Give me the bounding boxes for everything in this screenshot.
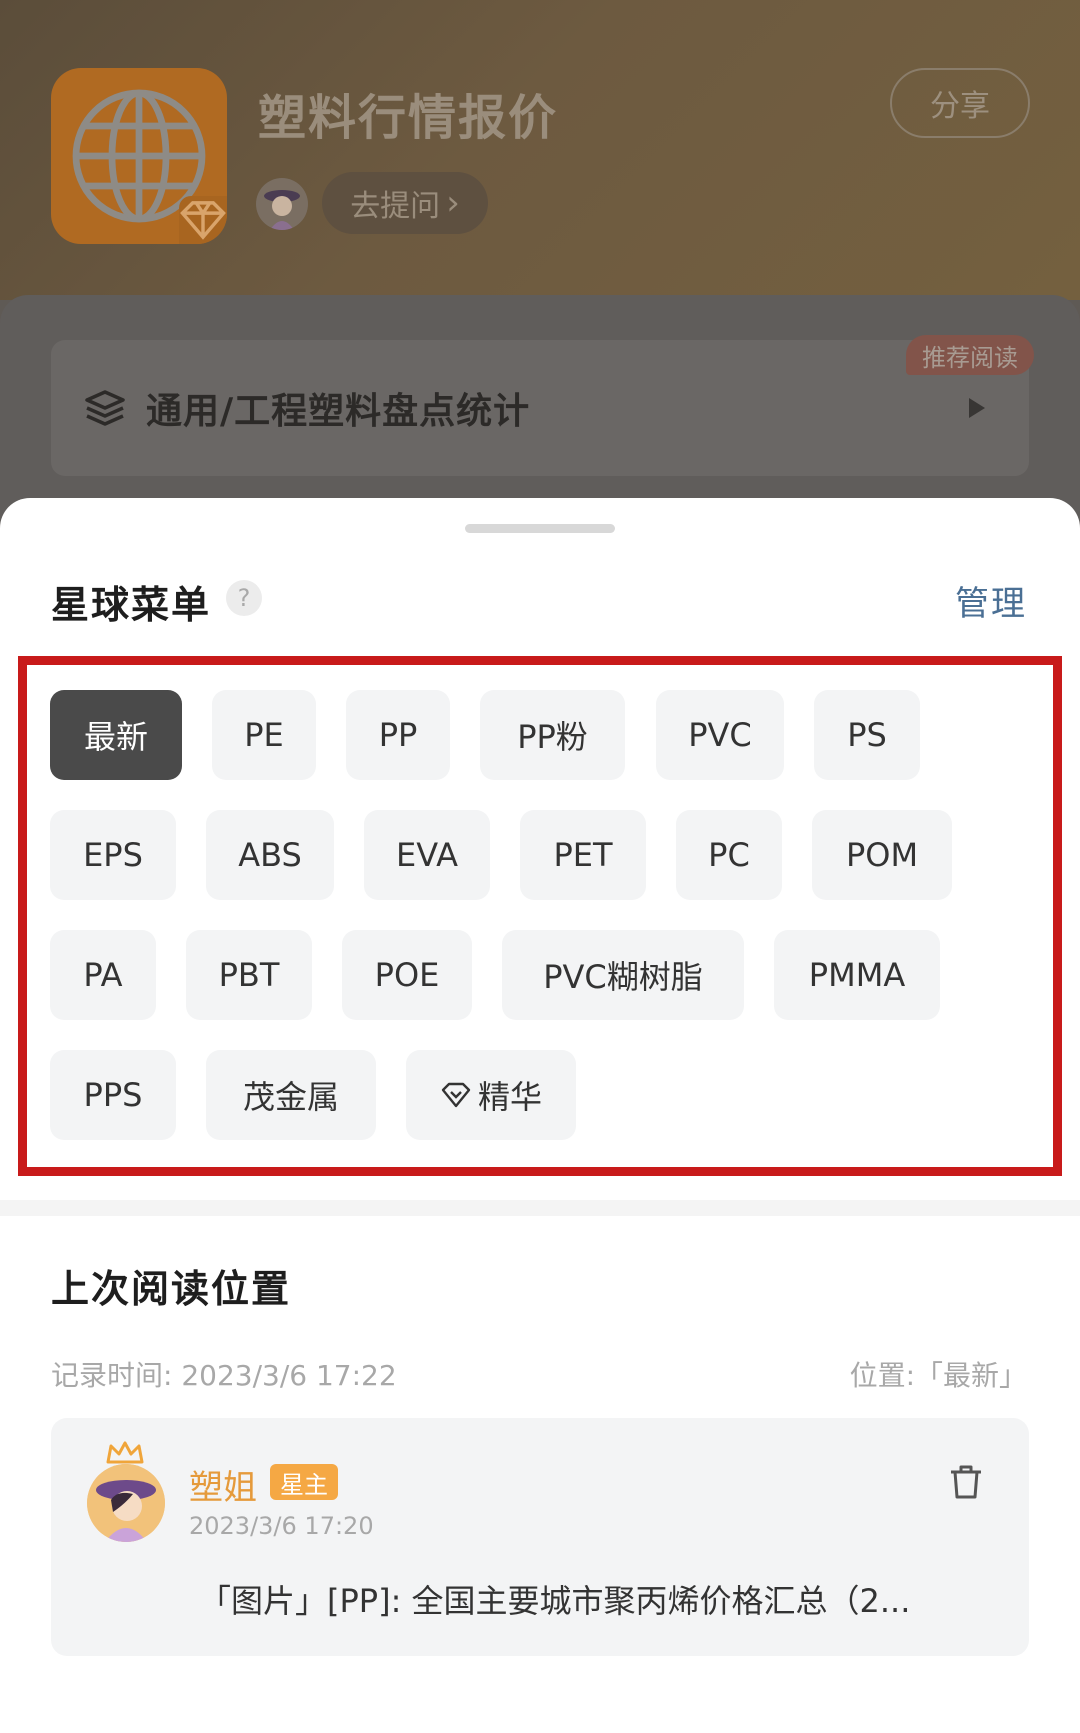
- post-text: 「图片」[PP]: 全国主要城市聚丙烯价格汇总（2...: [199, 1582, 911, 1620]
- stack-icon: [85, 390, 125, 426]
- tag-pmma[interactable]: PMMA: [774, 930, 940, 1020]
- tag-metallocene[interactable]: 茂金属: [206, 1050, 376, 1140]
- tag-pom[interactable]: POM: [812, 810, 952, 900]
- section-divider: [0, 1200, 1080, 1216]
- tag-pa[interactable]: PA: [50, 930, 156, 1020]
- app-logo: [51, 68, 227, 244]
- owner-avatar[interactable]: [256, 178, 308, 230]
- record-position: 位置:「最新」: [849, 1359, 1027, 1392]
- tag-essence-label: 精华: [477, 1078, 542, 1116]
- featured-card[interactable]: 通用/工程塑料盘点统计: [51, 340, 1029, 476]
- app-title: 塑料行情报价: [258, 90, 559, 146]
- tag-latest[interactable]: 最新: [50, 690, 182, 780]
- tag-pvc[interactable]: PVC: [656, 690, 784, 780]
- crown-icon: [106, 1441, 144, 1464]
- record-time: 记录时间: 2023/3/6 17:22: [51, 1359, 397, 1392]
- menu-sheet: 星球菜单 ? 管理 最新 PE PP PP粉 PVC PS EPS ABS EV…: [0, 498, 1080, 1733]
- avatar[interactable]: [87, 1464, 165, 1542]
- tag-poe[interactable]: POE: [342, 930, 472, 1020]
- diamond-icon: [441, 1082, 471, 1108]
- featured-label: 通用/工程塑料盘点统计: [146, 391, 531, 432]
- post-time: 2023/3/6 17:20: [189, 1512, 374, 1540]
- manage-link[interactable]: 管理: [955, 576, 1027, 625]
- diamond-badge: [179, 196, 227, 244]
- play-icon: [969, 398, 985, 418]
- tag-pe[interactable]: PE: [212, 690, 316, 780]
- tag-pp[interactable]: PP: [346, 690, 450, 780]
- last-read-title: 上次阅读位置: [51, 1267, 292, 1311]
- circle-header: 塑料行情报价 分享 去提问 ›: [0, 0, 1080, 300]
- trash-icon[interactable]: [949, 1464, 983, 1500]
- menu-title: 星球菜单: [51, 583, 212, 627]
- ask-label: 去提问: [350, 189, 441, 224]
- tag-pbt[interactable]: PBT: [186, 930, 312, 1020]
- tag-ps[interactable]: PS: [814, 690, 920, 780]
- tag-essence[interactable]: 精华: [406, 1050, 576, 1140]
- last-read-post[interactable]: 塑姐 星主 2023/3/6 17:20 「图片」[PP]: 全国主要城市聚丙烯…: [51, 1418, 1029, 1656]
- tag-pc[interactable]: PC: [676, 810, 782, 900]
- tag-abs[interactable]: ABS: [206, 810, 334, 900]
- tag-pps[interactable]: PPS: [50, 1050, 176, 1140]
- ask-question-button[interactable]: 去提问 ›: [322, 172, 488, 234]
- drag-handle[interactable]: [465, 524, 615, 533]
- chevron-right-icon: ›: [446, 183, 460, 223]
- post-author[interactable]: 塑姐: [189, 1460, 257, 1509]
- tag-pp-powder[interactable]: PP粉: [480, 690, 625, 780]
- recommend-badge: 推荐阅读: [906, 335, 1034, 375]
- owner-badge: 星主: [270, 1464, 338, 1500]
- tag-eps[interactable]: EPS: [50, 810, 176, 900]
- help-icon[interactable]: ?: [226, 580, 262, 616]
- share-button[interactable]: 分享: [890, 68, 1030, 138]
- tag-pet[interactable]: PET: [520, 810, 646, 900]
- tag-eva[interactable]: EVA: [364, 810, 490, 900]
- diamond-icon: [180, 201, 226, 240]
- tag-pvc-paste-resin[interactable]: PVC糊树脂: [502, 930, 744, 1020]
